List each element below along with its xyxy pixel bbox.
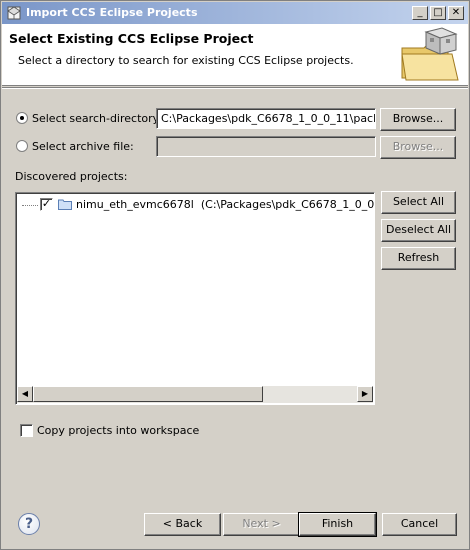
discovered-projects-label: Discovered projects:: [15, 170, 128, 183]
refresh-button[interactable]: Refresh: [381, 247, 456, 270]
back-button[interactable]: < Back: [144, 513, 221, 536]
select-all-button[interactable]: Select All: [381, 191, 456, 214]
project-name-text: nimu_eth_evmc6678l: [76, 198, 194, 211]
maximize-button[interactable]: □: [430, 6, 446, 20]
scroll-thumb[interactable]: [33, 386, 263, 402]
scroll-right-arrow[interactable]: ▶: [357, 386, 373, 402]
project-name: nimu_eth_evmc6678l (C:\Packages\pdk_C667…: [76, 198, 375, 211]
search-directory-radio[interactable]: [16, 112, 28, 124]
tree-connector: [22, 205, 38, 206]
cancel-button[interactable]: Cancel: [382, 513, 457, 536]
window-title: Import CCS Eclipse Projects: [26, 6, 198, 19]
import-dialog: Import CCS Eclipse Projects _ □ ✕ Select…: [0, 0, 470, 550]
page-description: Select a directory to search for existin…: [18, 54, 354, 67]
search-directory-input[interactable]: C:\Packages\pdk_C6678_1_0_0_11\packag: [156, 108, 376, 129]
projects-list[interactable]: ✓ nimu_eth_evmc6678l (C:\Packages\pdk_C6…: [15, 192, 375, 405]
finish-button[interactable]: Finish: [298, 512, 377, 537]
copy-projects-label: Copy projects into workspace: [37, 424, 200, 437]
archive-file-input[interactable]: [156, 136, 376, 157]
close-button[interactable]: ✕: [448, 6, 464, 20]
archive-file-label: Select archive file:: [32, 140, 134, 153]
project-folder-icon: [58, 199, 72, 210]
deselect-all-button[interactable]: Deselect All: [381, 219, 456, 242]
wizard-header: Select Existing CCS Eclipse Project Sele…: [2, 24, 468, 86]
eclipse-app-icon: [7, 6, 21, 20]
archive-file-radio[interactable]: [16, 140, 28, 152]
browse-archive-button[interactable]: Browse...: [380, 136, 456, 159]
import-folder-icon: [401, 27, 459, 81]
help-icon[interactable]: ?: [18, 513, 40, 535]
browse-directory-button[interactable]: Browse...: [380, 108, 456, 131]
project-checkbox[interactable]: ✓: [40, 198, 53, 211]
minimize-button[interactable]: _: [412, 6, 428, 20]
project-path-text: (C:\Packages\pdk_C6678_1_0_0_11\pa: [200, 198, 375, 211]
header-separator: [2, 87, 468, 89]
search-directory-label: Select search-directory:: [32, 112, 163, 125]
radio-selected-dot: [20, 116, 24, 120]
next-button[interactable]: Next >: [223, 513, 300, 536]
horizontal-scrollbar[interactable]: ◀ ▶: [17, 386, 373, 403]
copy-projects-checkbox[interactable]: [20, 424, 33, 437]
scroll-left-arrow[interactable]: ◀: [17, 386, 33, 402]
title-bar: Import CCS Eclipse Projects _ □ ✕: [2, 2, 468, 24]
page-title: Select Existing CCS Eclipse Project: [9, 31, 254, 46]
